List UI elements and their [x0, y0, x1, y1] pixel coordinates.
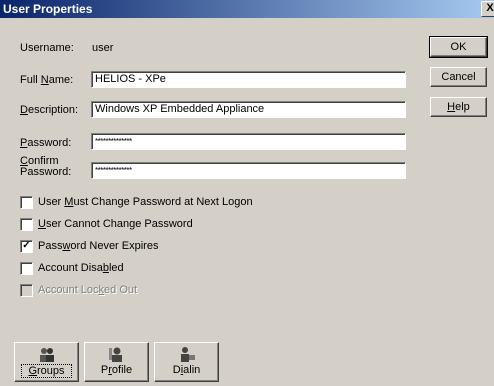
confirm-password-field[interactable]: ************** [91, 162, 406, 179]
checkbox-label: Account Locked Out [38, 284, 138, 296]
dialin-icon [177, 346, 197, 363]
profile-icon [107, 346, 127, 363]
close-button[interactable]: X [481, 1, 494, 17]
checkbox-label: Account Disabled [38, 262, 124, 274]
checkbox-box[interactable] [20, 196, 33, 209]
confirm-password-label: Confirm Password: [20, 155, 72, 178]
description-field[interactable]: Windows XP Embedded Appliance [91, 101, 406, 118]
username-value: user [92, 42, 114, 54]
checkbox-box[interactable] [20, 218, 33, 231]
password-label: Password: [20, 137, 72, 149]
checkbox-box [20, 284, 33, 297]
cancel-button[interactable]: Cancel [430, 67, 487, 87]
profile-button[interactable]: Profile [84, 342, 149, 382]
groups-label: Groups [21, 364, 72, 378]
checkmark-icon[interactable]: ✓ [20, 240, 33, 253]
dialin-button[interactable]: Dialin [154, 342, 219, 382]
groups-icon [37, 346, 57, 363]
fullname-field[interactable]: HELIOS - XPe [91, 71, 406, 88]
username-label: Username: [20, 42, 74, 54]
checkbox-label: User Must Change Password at Next Logon [38, 196, 253, 208]
dialin-label: Dialin [172, 364, 201, 376]
help-button[interactable]: Help [430, 97, 487, 117]
password-field[interactable]: ************** [91, 133, 406, 150]
checkbox-box[interactable] [20, 262, 33, 275]
window-title: User Properties [3, 2, 93, 16]
ok-button[interactable]: OK [429, 36, 488, 58]
checkbox-label: User Cannot Change Password [38, 218, 193, 230]
profile-label: Profile [100, 364, 133, 376]
description-label: Description: [20, 104, 79, 116]
groups-button[interactable]: Groups [14, 342, 79, 382]
fullname-label: Full Name: [20, 74, 74, 86]
checkbox-label: Password Never Expires [38, 240, 159, 252]
title-bar: User Properties X [0, 0, 494, 18]
